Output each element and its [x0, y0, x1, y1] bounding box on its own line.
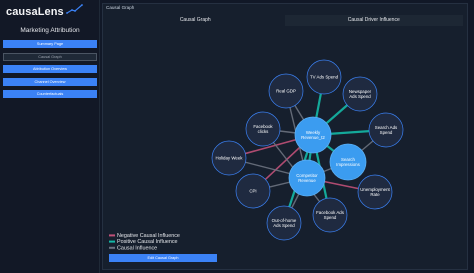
tab-bar: Causal Graph Causal Driver Influence: [106, 15, 463, 26]
legend-label: Negative Causal Influence: [117, 233, 180, 239]
graph-legend: Negative Causal InfluencePositive Causal…: [109, 233, 180, 251]
node-label-cpi: CPI: [249, 189, 256, 194]
node-cpi[interactable]: CPI: [235, 173, 271, 209]
logo-text-part2: Lens: [37, 6, 64, 18]
tab-causal-graph[interactable]: Causal Graph: [106, 15, 285, 26]
node-label-tv: TV Ads Spend: [310, 75, 339, 80]
node-label-fbclicks: clicks: [258, 129, 270, 134]
causalens-logo: causaLens: [6, 4, 84, 18]
node-unemployment[interactable]: UnemploymentRate: [357, 174, 393, 210]
node-holiday[interactable]: Holiday Week: [211, 140, 247, 176]
sidebar-title: Marketing Attribution: [20, 27, 80, 34]
node-label-gdp: Real GDP: [276, 89, 296, 94]
panel-title: Causal Graph: [106, 5, 135, 10]
node-label-holiday: Holiday Week: [215, 156, 243, 161]
node-label-search: Spend: [380, 130, 393, 135]
node-label-impressions: Impressions: [336, 162, 360, 167]
legend-label: Causal Influence: [117, 245, 157, 251]
nav-summary-page[interactable]: Summary Page: [3, 40, 97, 48]
nav-channel-overview[interactable]: Channel Overview: [3, 77, 97, 86]
node-label-competitor: Revenue: [298, 178, 316, 183]
tab-causal-driver-influence[interactable]: Causal Driver Influence: [284, 15, 463, 26]
logo-text-part1: causa: [6, 6, 38, 18]
node-label-unemployment: Rate: [370, 192, 380, 197]
nav-attribution-overview[interactable]: Attribution Overview: [3, 65, 97, 73]
node-tv[interactable]: TV Ads Spend: [306, 59, 342, 95]
node-impressions[interactable]: SearchImpressions: [329, 143, 367, 181]
causal-graph-panel: Causal Graph Causal Graph Causal Driver …: [102, 3, 468, 270]
causal-graph-canvas[interactable]: TV Ads Spend Real GDP NewspaperAds Spend Fa…: [103, 26, 469, 271]
node-label-fbspend: Spend: [324, 215, 337, 220]
sidebar: causaLens Marketing Attribution Summary …: [0, 0, 100, 273]
node-revenue[interactable]: WeeklyRevenue_t2: [294, 116, 332, 154]
nav-counterfactuals[interactable]: Counterfactuals: [3, 90, 97, 98]
node-gdp[interactable]: Real GDP: [268, 73, 304, 109]
app-window: causaLens Marketing Attribution Summary …: [0, 0, 474, 273]
node-label-ooh: Ads Spend: [273, 223, 295, 228]
node-fbspend[interactable]: Facebook AdsSpend: [312, 197, 348, 233]
sidebar-nav: Summary Page Causal Graph Attribution Ov…: [3, 40, 97, 103]
node-label-news: Ads Spend: [349, 94, 371, 99]
node-search[interactable]: Search AdsSpend: [368, 112, 404, 148]
node-competitor[interactable]: CompetitorRevenue: [288, 159, 326, 197]
main-content: Causal Graph Causal Graph Causal Driver …: [100, 0, 474, 273]
node-ooh[interactable]: Out-of-homeAds Spend: [266, 205, 302, 241]
nodes-layer: TV Ads Spend Real GDP NewspaperAds Spend Fa…: [211, 59, 404, 241]
node-fbclicks[interactable]: Facebookclicks: [245, 111, 281, 147]
logo-text: causaLens: [6, 6, 64, 18]
edit-causal-graph-button[interactable]: Edit Causal Graph: [109, 254, 217, 262]
node-news[interactable]: NewspaperAds Spend: [342, 76, 378, 112]
node-label-revenue: Revenue_t2: [301, 135, 325, 140]
trend-chart-icon: [65, 4, 83, 14]
nav-causal-graph[interactable]: Causal Graph: [3, 52, 97, 61]
legend-label: Positive Causal Influence: [117, 239, 178, 245]
